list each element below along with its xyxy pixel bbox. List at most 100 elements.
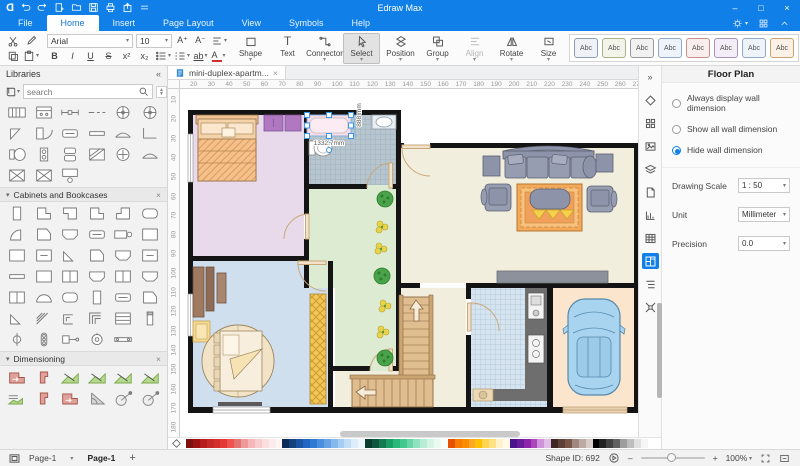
precision-select[interactable]: 0.0▾: [738, 236, 790, 251]
library-symbol-trap[interactable]: [137, 267, 164, 286]
library-symbol-rect[interactable]: [4, 246, 31, 265]
italic-button[interactable]: I: [65, 48, 80, 63]
undo-icon[interactable]: [20, 2, 31, 13]
library-symbol-pill[interactable]: [110, 288, 137, 307]
menu-tab-view[interactable]: View: [228, 15, 275, 31]
library-symbol-counter[interactable]: [137, 145, 164, 164]
library-symbol-slot[interactable]: [137, 246, 164, 265]
library-symbol-dgl[interactable]: [4, 389, 31, 408]
shape-style-preset[interactable]: Abc: [602, 38, 626, 58]
zoom-in-button[interactable]: +: [713, 453, 718, 463]
menu-tab-insert[interactable]: Insert: [99, 15, 150, 31]
color-swatch[interactable]: [641, 439, 648, 448]
color-swatch[interactable]: [462, 439, 469, 448]
collapse-libraries-icon[interactable]: «: [156, 69, 161, 79]
settings-gear-icon[interactable]: ▾: [732, 18, 748, 29]
bold-button[interactable]: B: [47, 48, 62, 63]
font-name-combo[interactable]: Arial▾: [47, 34, 133, 48]
format-painter-button[interactable]: [23, 33, 38, 48]
library-symbol-lines3[interactable]: [110, 309, 137, 328]
rotate-button[interactable]: Rotate▾: [493, 34, 530, 63]
radio-option-0[interactable]: Always display wall dimension: [672, 93, 790, 113]
shape-style-preset[interactable]: Abc: [630, 38, 654, 58]
color-swatch[interactable]: [448, 439, 455, 448]
page-overview-icon[interactable]: [8, 452, 21, 465]
color-swatch[interactable]: [441, 439, 448, 448]
color-swatch[interactable]: [551, 439, 558, 448]
library-symbol-dg[interactable]: [110, 368, 137, 387]
color-swatch[interactable]: [496, 439, 503, 448]
color-swatch[interactable]: [434, 439, 441, 448]
color-swatch[interactable]: [344, 439, 351, 448]
add-page-button[interactable]: +: [129, 452, 135, 464]
library-symbol-lockring[interactable]: [84, 330, 111, 349]
color-swatch[interactable]: [317, 439, 324, 448]
radio-dot[interactable]: [672, 146, 681, 155]
shape-style-preset[interactable]: Abc: [770, 38, 794, 58]
zoom-level[interactable]: 100% ▾: [726, 453, 752, 463]
library-symbol-rectv[interactable]: [4, 204, 31, 223]
menu-tab-home[interactable]: Home: [47, 15, 99, 31]
library-symbol-bar[interactable]: [4, 267, 31, 286]
library-symbol-fan[interactable]: [137, 103, 164, 122]
color-swatch[interactable]: [351, 439, 358, 448]
color-swatch[interactable]: [214, 439, 221, 448]
radio-dot[interactable]: [672, 99, 681, 108]
library-symbol-trap[interactable]: [84, 267, 111, 286]
library-symbol-rect[interactable]: [31, 267, 58, 286]
connector-button[interactable]: Connector▾: [306, 34, 343, 63]
color-swatch[interactable]: [241, 439, 248, 448]
library-symbol-dr2[interactable]: [31, 368, 58, 387]
section-cabinets-header[interactable]: ▾ Cabinets and Bookcases ×: [0, 187, 167, 202]
menu-tab-page-layout[interactable]: Page Layout: [149, 15, 228, 31]
library-symbol-knob[interactable]: [4, 330, 31, 349]
color-swatch[interactable]: [620, 439, 627, 448]
library-symbol-split[interactable]: [57, 267, 84, 286]
group-button[interactable]: Group▾: [419, 34, 456, 63]
color-swatch[interactable]: [282, 439, 289, 448]
shape-style-preset[interactable]: Abc: [658, 38, 682, 58]
library-symbol-arcsteps[interactable]: [57, 309, 84, 328]
collapse-ribbon-icon[interactable]: [779, 18, 790, 29]
library-symbol-penta[interactable]: [84, 246, 111, 265]
minimize-button[interactable]: –: [722, 3, 748, 13]
picture-panel-icon[interactable]: [642, 138, 659, 154]
color-swatch[interactable]: [579, 439, 586, 448]
font-size-combo[interactable]: 10▾: [136, 34, 172, 48]
subscript-button[interactable]: x₂: [137, 48, 152, 63]
library-symbol-spindle[interactable]: [31, 330, 58, 349]
align-button[interactable]: Align▾: [456, 34, 493, 63]
library-symbol-counter[interactable]: [110, 124, 137, 143]
library-symbol-dr1[interactable]: [57, 389, 84, 408]
page-setup-panel-icon[interactable]: [642, 184, 659, 200]
color-swatch[interactable]: [386, 439, 393, 448]
table-panel-icon[interactable]: [642, 230, 659, 246]
color-swatch[interactable]: [220, 439, 227, 448]
color-swatch[interactable]: [365, 439, 372, 448]
library-symbol-dg[interactable]: [84, 368, 111, 387]
library-symbol-desk[interactable]: [57, 166, 84, 185]
color-swatch[interactable]: [586, 439, 593, 448]
color-swatch[interactable]: [482, 439, 489, 448]
size-button[interactable]: Size▾: [530, 34, 567, 63]
drawing-scale-select[interactable]: 1 : 50▾: [738, 178, 790, 193]
color-swatch[interactable]: [269, 439, 276, 448]
library-scroll-spinner[interactable]: ▲▼: [156, 86, 167, 98]
color-swatch[interactable]: [420, 439, 427, 448]
color-swatch[interactable]: [613, 439, 620, 448]
color-swatch[interactable]: [255, 439, 262, 448]
chart-panel-icon[interactable]: [642, 207, 659, 223]
page-menu[interactable]: Page-1▾: [29, 453, 73, 463]
library-symbol-latch[interactable]: [110, 330, 137, 349]
expand-panel-icon[interactable]: »: [642, 69, 659, 85]
color-swatch[interactable]: [475, 439, 482, 448]
library-symbol-pill[interactable]: [84, 225, 111, 244]
shape-style-preset[interactable]: Abc: [714, 38, 738, 58]
color-swatch[interactable]: [227, 439, 234, 448]
color-swatch[interactable]: [262, 439, 269, 448]
print-icon[interactable]: [105, 2, 116, 13]
color-swatch[interactable]: [193, 439, 200, 448]
library-symbol-stairs[interactable]: [4, 103, 31, 122]
color-swatch[interactable]: [503, 439, 510, 448]
menu-tab-help[interactable]: Help: [337, 15, 384, 31]
